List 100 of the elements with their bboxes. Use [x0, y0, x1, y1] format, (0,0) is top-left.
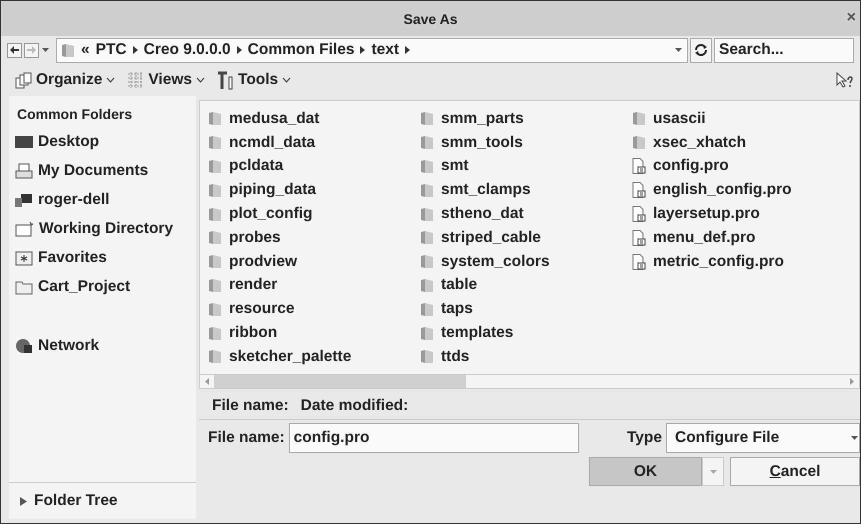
- file-name-field[interactable]: config.pro: [288, 423, 579, 453]
- folder-icon: [632, 135, 646, 150]
- left-arrow-icon: [10, 46, 19, 54]
- dropdown-button[interactable]: [702, 457, 724, 486]
- file-icon: [632, 230, 646, 246]
- chevron-icon: [106, 77, 116, 83]
- folder-icon: [208, 158, 222, 174]
- folder-icon: [208, 230, 222, 246]
- folder-item[interactable]: prodview: [208, 250, 420, 274]
- folder-item[interactable]: stheno_dat: [420, 202, 632, 226]
- folder-icon: [208, 135, 222, 150]
- folder-icon: [208, 349, 222, 364]
- file-icon: [632, 158, 646, 174]
- folder-item[interactable]: plot_config: [208, 202, 420, 226]
- folder-item[interactable]: render: [208, 274, 420, 298]
- folder-icon: [208, 254, 222, 270]
- folder-icon: [208, 278, 222, 293]
- window-title: Save As: [404, 10, 458, 26]
- type-dropdown[interactable]: Configure File: [666, 423, 860, 453]
- refresh-icon: [694, 43, 708, 57]
- path-segment[interactable]: Creo 9.0.0.0: [144, 41, 231, 59]
- sidebar-item[interactable]: Cart_Project: [9, 273, 196, 302]
- toolbar-menu[interactable]: Tools: [217, 70, 292, 90]
- folder-item[interactable]: sketcher_palette: [208, 344, 420, 369]
- folder-icon: [420, 182, 434, 198]
- folder-item[interactable]: smt_clamps: [420, 178, 632, 202]
- address-bar[interactable]: « PTC Creo 9.0.0.0 Common Files text: [56, 38, 688, 62]
- folder-icon: [208, 206, 222, 222]
- toolbar-menu[interactable]: Organize: [15, 71, 116, 89]
- file-item[interactable]: config.pro: [632, 154, 859, 178]
- sidebar-item[interactable]: Desktop: [9, 128, 196, 157]
- folder-item[interactable]: pcldata: [208, 154, 420, 178]
- overflow-chevron[interactable]: «: [81, 41, 90, 59]
- help-pointer-icon[interactable]: [836, 72, 854, 88]
- separator-icon: [236, 46, 242, 54]
- sidebar-item[interactable]: Working Directory: [9, 215, 196, 244]
- folder-item[interactable]: smm_tools: [420, 130, 632, 155]
- file-icon: [632, 182, 646, 198]
- folder-icon: [208, 182, 222, 198]
- folder-item[interactable]: xsec_xhatch: [632, 130, 859, 155]
- sidebar-item[interactable]: Network: [9, 332, 196, 361]
- separator-icon: [405, 46, 410, 54]
- folder-item[interactable]: ncmdl_data: [208, 130, 420, 155]
- cancel-button[interactable]: Cancel: [730, 457, 860, 486]
- folder-item[interactable]: ribbon: [208, 321, 420, 345]
- folder-item[interactable]: ttds: [420, 344, 632, 369]
- file-item[interactable]: layersetup.pro: [632, 202, 859, 226]
- star-folder-icon: [15, 250, 33, 266]
- folder-item[interactable]: piping_data: [208, 178, 420, 202]
- details-label: File name:: [212, 396, 289, 414]
- folder-icon: [420, 230, 434, 246]
- sidebar-item[interactable]: Favorites: [9, 244, 196, 273]
- folder-tree-toggle[interactable]: Folder Tree: [9, 482, 196, 519]
- details-label: Date modified:: [300, 396, 408, 414]
- sidebar-item[interactable]: roger-dell: [9, 186, 196, 215]
- horizontal-scrollbar[interactable]: [199, 374, 860, 389]
- ok-button[interactable]: OK: [589, 457, 702, 486]
- scroll-thumb[interactable]: [214, 375, 466, 388]
- caret-icon: [41, 47, 50, 53]
- folder-icon: [15, 280, 33, 294]
- file-item[interactable]: menu_def.pro: [632, 226, 859, 250]
- toolbar-menu[interactable]: Views: [127, 71, 205, 89]
- caret-icon: [674, 47, 683, 53]
- folder-icon: [420, 254, 434, 270]
- chevron-icon: [282, 77, 292, 83]
- folder-item[interactable]: resource: [208, 297, 420, 322]
- folder-icon: [420, 349, 434, 364]
- folder-icon: [208, 326, 222, 341]
- close-button[interactable]: ×: [844, 9, 858, 27]
- path-segment[interactable]: PTC: [96, 41, 127, 59]
- sidebar-item[interactable]: My Documents: [9, 157, 196, 186]
- caret-icon: [708, 468, 718, 474]
- file-item[interactable]: metric_config.pro: [632, 250, 859, 274]
- file-icon: [632, 206, 646, 222]
- caret-icon: [850, 435, 859, 441]
- folder-item[interactable]: system_colors: [420, 250, 632, 274]
- folder-item[interactable]: striped_cable: [420, 226, 632, 250]
- file-name-label: File name:: [208, 429, 285, 447]
- folder-icon: [420, 111, 434, 126]
- search-field[interactable]: Search...: [714, 38, 854, 62]
- printer-icon: [15, 163, 33, 179]
- file-item[interactable]: english_config.pro: [632, 178, 859, 202]
- folder-icon: [420, 206, 434, 222]
- folder-item[interactable]: smm_parts: [420, 107, 632, 131]
- folder-icon: [208, 302, 222, 317]
- refresh-button[interactable]: [690, 38, 712, 62]
- monitor-icon: [15, 135, 33, 149]
- folder-icon: [15, 221, 34, 237]
- expand-icon: [19, 496, 28, 506]
- folder-item[interactable]: smt: [420, 154, 632, 178]
- folder-item[interactable]: table: [420, 274, 632, 298]
- folder-item[interactable]: taps: [420, 297, 632, 322]
- folder-item[interactable]: medusa_dat: [208, 107, 420, 131]
- folder-item[interactable]: templates: [420, 321, 632, 345]
- back-button[interactable]: [7, 42, 22, 58]
- path-segment[interactable]: Common Files: [248, 41, 354, 59]
- folder-item[interactable]: usascii: [632, 107, 859, 131]
- grid-icon: [127, 72, 144, 88]
- folder-item[interactable]: probes: [208, 226, 420, 250]
- path-segment[interactable]: text: [371, 41, 400, 59]
